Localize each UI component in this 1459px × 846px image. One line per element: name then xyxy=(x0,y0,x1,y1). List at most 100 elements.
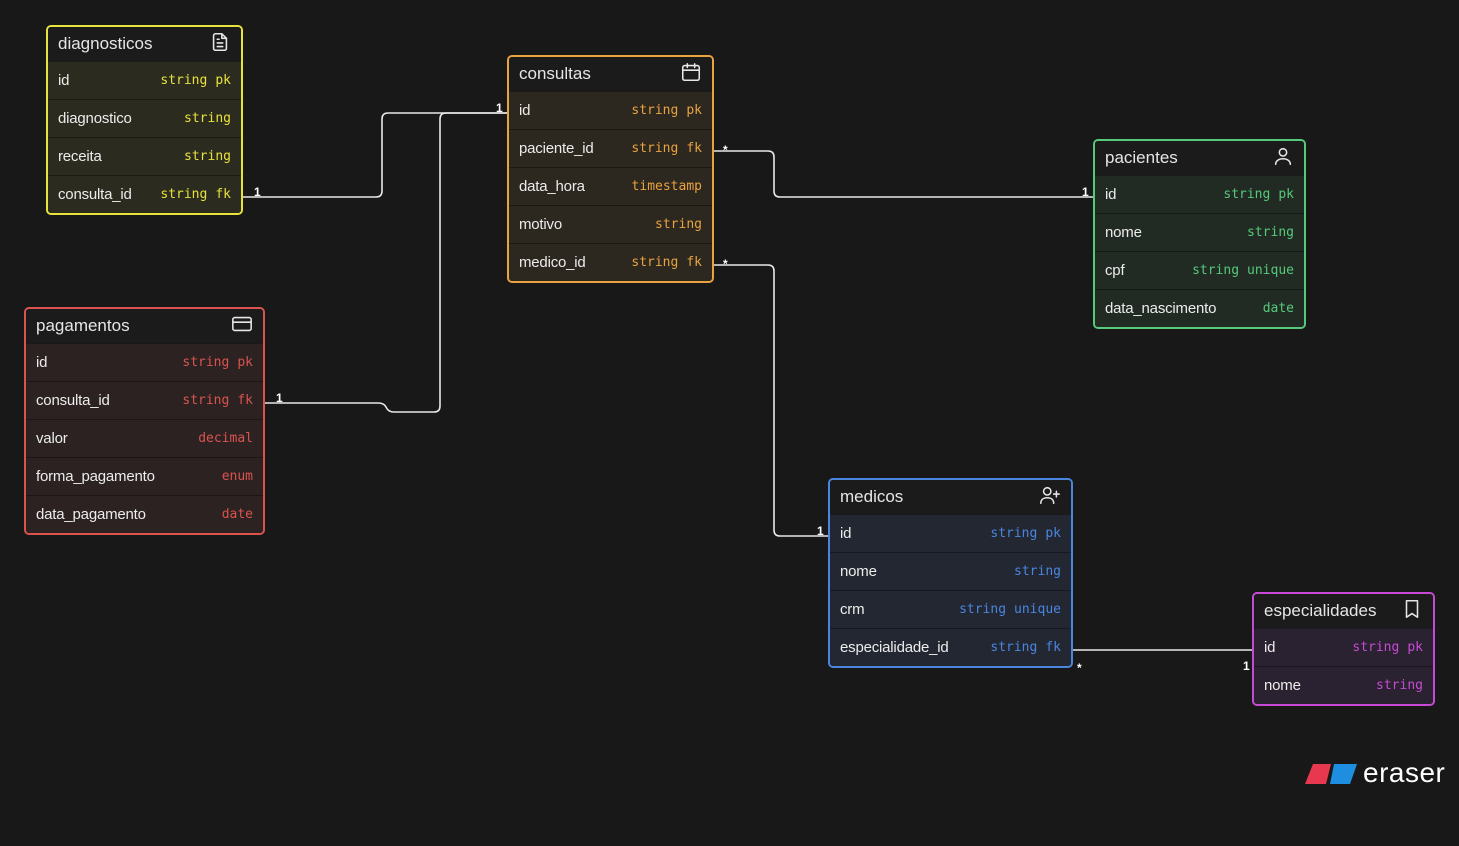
entity-pagamentos[interactable]: pagamentos id string pk consulta_id string fk… xyxy=(24,307,265,535)
cardinality-label: * xyxy=(1077,661,1082,675)
field-type: string xyxy=(655,217,702,232)
relationship-line-consultas-pacientes[interactable] xyxy=(712,150,1094,198)
entity-pacientes[interactable]: pacientes id string pk nome string cpf string u… xyxy=(1093,139,1306,329)
entity-header[interactable]: medicos xyxy=(830,480,1071,514)
field-row-id[interactable]: id string pk xyxy=(26,343,263,381)
entity-title: pagamentos xyxy=(36,316,130,335)
entity-header[interactable]: pagamentos xyxy=(26,309,263,343)
field-key: pk xyxy=(1278,187,1294,202)
field-key: fk xyxy=(1045,640,1061,655)
cardinality-label: 1 xyxy=(817,524,824,538)
field-row-paciente-id[interactable]: paciente_id string fk xyxy=(509,129,712,167)
field-row-consulta-id[interactable]: consulta_id string fk xyxy=(26,381,263,419)
field-name: especialidade_id xyxy=(840,639,949,656)
field-row-id[interactable]: id string pk xyxy=(830,514,1071,552)
field-name: paciente_id xyxy=(519,140,594,157)
relationship-line-consultas-medicos[interactable] xyxy=(712,264,829,537)
field-type-group: string unique xyxy=(959,602,1061,617)
field-name: data_hora xyxy=(519,178,585,195)
field-type-group: string xyxy=(655,217,702,232)
field-type-group: date xyxy=(222,507,253,522)
field-row-id[interactable]: id string pk xyxy=(509,91,712,129)
entity-diagnosticos[interactable]: diagnosticos id string pk diagnostico string… xyxy=(46,25,243,215)
cardinality-label: 1 xyxy=(1082,185,1089,199)
field-row-motivo[interactable]: motivo string xyxy=(509,205,712,243)
field-row-nome[interactable]: nome string xyxy=(830,552,1071,590)
field-row-medico-id[interactable]: medico_id string fk xyxy=(509,243,712,281)
field-type: date xyxy=(221,507,253,522)
field-key: pk xyxy=(1407,640,1423,655)
entity-consultas[interactable]: consultas id string pk paciente_id string fk d… xyxy=(507,55,714,283)
field-type-group: decimal xyxy=(198,431,253,446)
field-type-group: string pk xyxy=(182,355,253,370)
field-row-especialidade-id[interactable]: especialidade_id string fk xyxy=(830,628,1071,666)
field-name: nome xyxy=(1264,677,1301,694)
field-row-nome[interactable]: nome string xyxy=(1254,666,1433,704)
field-type: string xyxy=(160,187,208,202)
field-row-id[interactable]: id string pk xyxy=(48,61,241,99)
entity-medicos[interactable]: medicos id string pk nome string crm string uni… xyxy=(828,478,1073,668)
field-row-data-hora[interactable]: data_hora timestamp xyxy=(509,167,712,205)
field-type-group: string xyxy=(184,111,231,126)
field-row-valor[interactable]: valor decimal xyxy=(26,419,263,457)
field-type: enum xyxy=(221,469,253,484)
field-type-group: string xyxy=(184,149,231,164)
field-type-group: timestamp xyxy=(632,179,702,194)
field-row-cpf[interactable]: cpf string unique xyxy=(1095,251,1304,289)
cardinality-label: * xyxy=(723,143,728,157)
field-type: string xyxy=(182,355,230,370)
field-type-group: string fk xyxy=(631,255,702,270)
field-type: string xyxy=(990,526,1038,541)
field-row-data-nascimento[interactable]: data_nascimento date xyxy=(1095,289,1304,327)
field-type-group: string fk xyxy=(631,141,702,156)
field-type: timestamp xyxy=(631,179,702,194)
field-type-group: string xyxy=(1247,225,1294,240)
entity-title: especialidades xyxy=(1264,601,1377,620)
user-plus-icon xyxy=(1039,484,1061,511)
field-type-group: date xyxy=(1263,301,1294,316)
field-name: diagnostico xyxy=(58,110,132,127)
field-type-group: string fk xyxy=(182,393,253,408)
field-name: id xyxy=(1264,639,1276,656)
field-row-crm[interactable]: crm string unique xyxy=(830,590,1071,628)
field-type: string xyxy=(160,73,208,88)
entity-especialidades[interactable]: especialidades id string pk nome string xyxy=(1252,592,1435,706)
field-type-group: string pk xyxy=(160,73,231,88)
field-type: date xyxy=(1262,301,1294,316)
field-type: string xyxy=(1223,187,1271,202)
field-row-data-pagamento[interactable]: data_pagamento date xyxy=(26,495,263,533)
cardinality-label: 1 xyxy=(496,101,503,115)
field-row-id[interactable]: id string pk xyxy=(1095,175,1304,213)
field-type: string xyxy=(1014,564,1061,579)
entity-header[interactable]: consultas xyxy=(509,57,712,91)
field-row-id[interactable]: id string pk xyxy=(1254,628,1433,666)
field-type-group: string xyxy=(1376,678,1423,693)
field-row-receita[interactable]: receita string xyxy=(48,137,241,175)
field-row-consulta-id[interactable]: consulta_id string fk xyxy=(48,175,241,213)
field-type: string xyxy=(631,103,679,118)
entity-title: medicos xyxy=(840,487,904,506)
field-type: string xyxy=(182,393,230,408)
entity-title: diagnosticos xyxy=(58,34,153,53)
relationship-line-diagnosticos-consultas[interactable] xyxy=(242,112,508,198)
field-name: cpf xyxy=(1105,262,1125,279)
field-type-group: string fk xyxy=(990,640,1061,655)
field-type: string xyxy=(184,149,231,164)
field-type: string xyxy=(1192,263,1240,278)
document-icon xyxy=(209,31,231,58)
entity-header[interactable]: especialidades xyxy=(1254,594,1433,628)
eraser-logo-icon xyxy=(1305,764,1357,784)
field-row-nome[interactable]: nome string xyxy=(1095,213,1304,251)
entity-header[interactable]: diagnosticos xyxy=(48,27,241,61)
entity-header[interactable]: pacientes xyxy=(1095,141,1304,175)
field-row-forma-pagamento[interactable]: forma_pagamento enum xyxy=(26,457,263,495)
eraser-brand-name: eraser xyxy=(1363,757,1446,788)
eraser-brand: eraser xyxy=(1305,757,1445,789)
field-key: unique xyxy=(1247,263,1294,278)
field-type: string xyxy=(990,640,1038,655)
field-type: string xyxy=(959,602,1007,617)
field-name: id xyxy=(58,72,70,89)
field-key: fk xyxy=(237,393,253,408)
relationship-line-pagamentos-consultas[interactable] xyxy=(264,112,508,413)
field-row-diagnostico[interactable]: diagnostico string xyxy=(48,99,241,137)
